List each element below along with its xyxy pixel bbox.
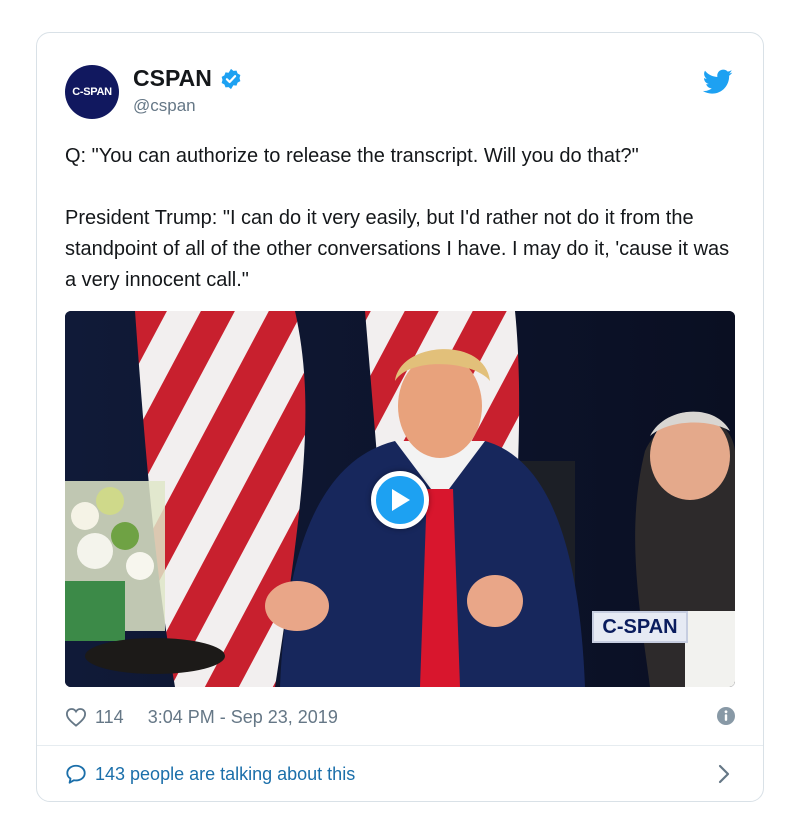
speech-bubble-icon: [66, 764, 86, 784]
like-count[interactable]: 114: [95, 707, 124, 728]
author-block[interactable]: CSPAN @cspan: [133, 65, 242, 116]
author-handle[interactable]: @cspan: [133, 96, 242, 116]
tweet-text: Q: "You can authorize to release the tra…: [65, 145, 730, 291]
conversation-count-text[interactable]: 143 people are talking about this: [95, 764, 355, 785]
author-display-name[interactable]: CSPAN: [133, 65, 212, 92]
avatar[interactable]: C-SPAN: [65, 65, 119, 119]
play-icon: [392, 489, 410, 511]
tweet-header: C-SPAN CSPAN @cspan: [65, 63, 735, 123]
twitter-bird-icon[interactable]: [703, 69, 733, 95]
author-display-name-row[interactable]: CSPAN: [133, 65, 242, 92]
tweet-embed-card: C-SPAN CSPAN @cspan Q: "You can authoriz…: [36, 32, 764, 802]
tweet-meta: 114 3:04 PM - Sep 23, 2019: [65, 705, 735, 729]
tweet-timestamp[interactable]: 3:04 PM - Sep 23, 2019: [148, 707, 338, 728]
video-watermark: C-SPAN: [592, 611, 688, 643]
info-icon[interactable]: [717, 707, 735, 725]
video-player[interactable]: C-SPAN: [65, 311, 735, 687]
chevron-right-icon[interactable]: [717, 764, 731, 784]
verified-badge-icon: [221, 68, 241, 89]
conversation-link[interactable]: 143 people are talking about this: [65, 759, 735, 789]
heart-icon[interactable]: [65, 707, 87, 727]
play-button[interactable]: [371, 471, 429, 529]
footer-divider: [37, 745, 763, 746]
